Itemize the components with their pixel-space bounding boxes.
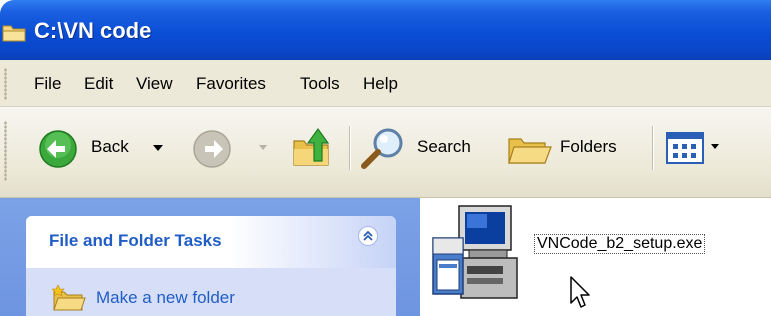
- views-dropdown-arrow-icon[interactable]: [711, 144, 719, 150]
- menu-grip[interactable]: [4, 68, 7, 100]
- chevron-up-icon: [363, 230, 373, 241]
- back-label: Back: [91, 137, 129, 156]
- folder-icon: [2, 25, 26, 42]
- menu-tools[interactable]: Tools: [300, 74, 340, 94]
- folders-label: Folders: [560, 137, 617, 156]
- toolbar-separator: [652, 126, 654, 170]
- menu-favorites[interactable]: Favorites: [196, 74, 266, 94]
- file-name-label[interactable]: VNCode_b2_setup.exe: [534, 234, 706, 254]
- menu-edit[interactable]: Edit: [84, 74, 113, 94]
- setup-installer-icon[interactable]: [425, 204, 525, 304]
- menu-view[interactable]: View: [136, 74, 173, 94]
- search-button[interactable]: Search: [360, 125, 490, 171]
- forward-arrow-icon[interactable]: [192, 129, 232, 169]
- forward-dropdown-arrow-icon[interactable]: [259, 145, 267, 151]
- views-button[interactable]: [665, 131, 735, 167]
- folders-icon: [508, 138, 552, 164]
- collapse-button[interactable]: [358, 226, 378, 246]
- menu-help[interactable]: Help: [363, 74, 398, 94]
- toolbar-separator: [349, 126, 351, 170]
- back-arrow-icon: [39, 130, 77, 168]
- title-bar: C:\VN code: [0, 0, 771, 60]
- task-panel-title[interactable]: File and Folder Tasks: [49, 231, 222, 251]
- back-dropdown-arrow-icon[interactable]: [153, 145, 163, 153]
- menu-file[interactable]: File: [34, 74, 61, 94]
- views-icon: [666, 132, 704, 164]
- mouse-pointer-icon: [570, 276, 590, 308]
- back-button[interactable]: Back: [38, 127, 188, 171]
- folders-button[interactable]: Folders: [505, 125, 640, 171]
- search-magnifier-icon: [361, 128, 403, 169]
- folder-up-icon[interactable]: [290, 125, 334, 169]
- new-folder-icon: [52, 284, 86, 311]
- window-title: C:\VN code: [34, 18, 152, 43]
- toolbar-grip[interactable]: [4, 121, 7, 181]
- make-new-folder-link[interactable]: Make a new folder: [96, 288, 235, 308]
- search-label: Search: [417, 137, 471, 156]
